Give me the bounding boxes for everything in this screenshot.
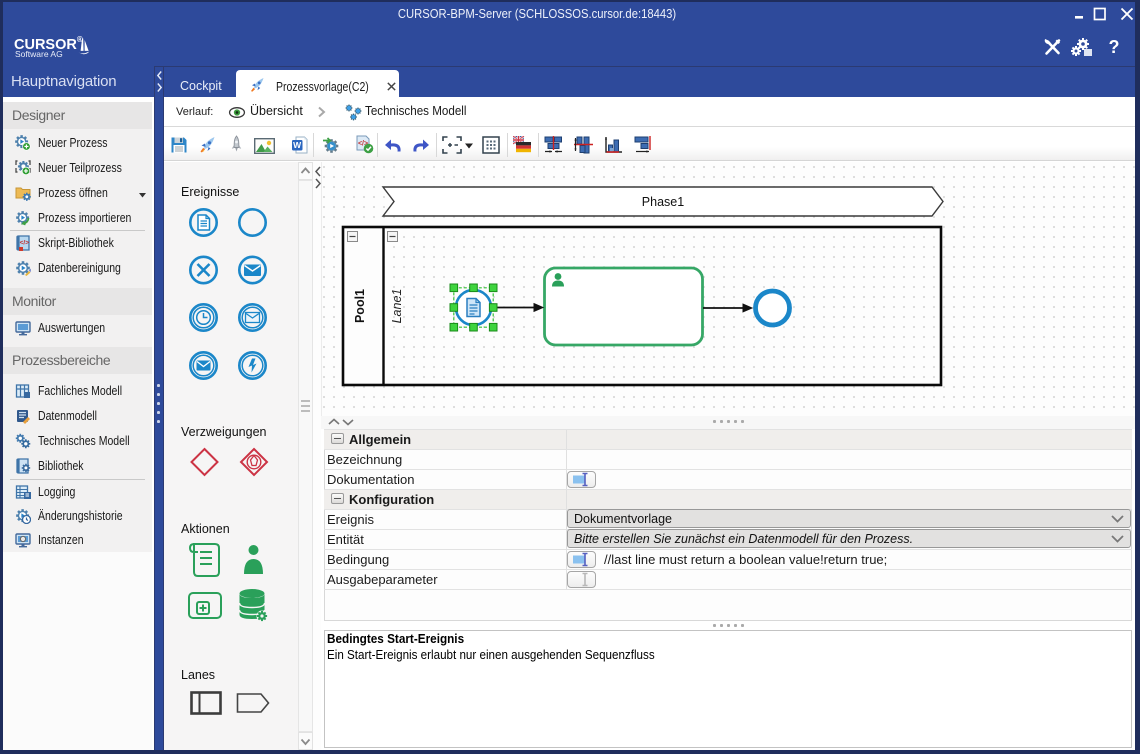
svg-text:W: W: [293, 140, 302, 150]
svg-text:Phase1: Phase1: [642, 195, 684, 209]
svg-text:Pool1: Pool1: [353, 289, 367, 323]
svg-text:?: ?: [1109, 37, 1120, 57]
svg-text:Lane1: Lane1: [390, 289, 404, 324]
svg-text:</>: </>: [20, 240, 30, 247]
